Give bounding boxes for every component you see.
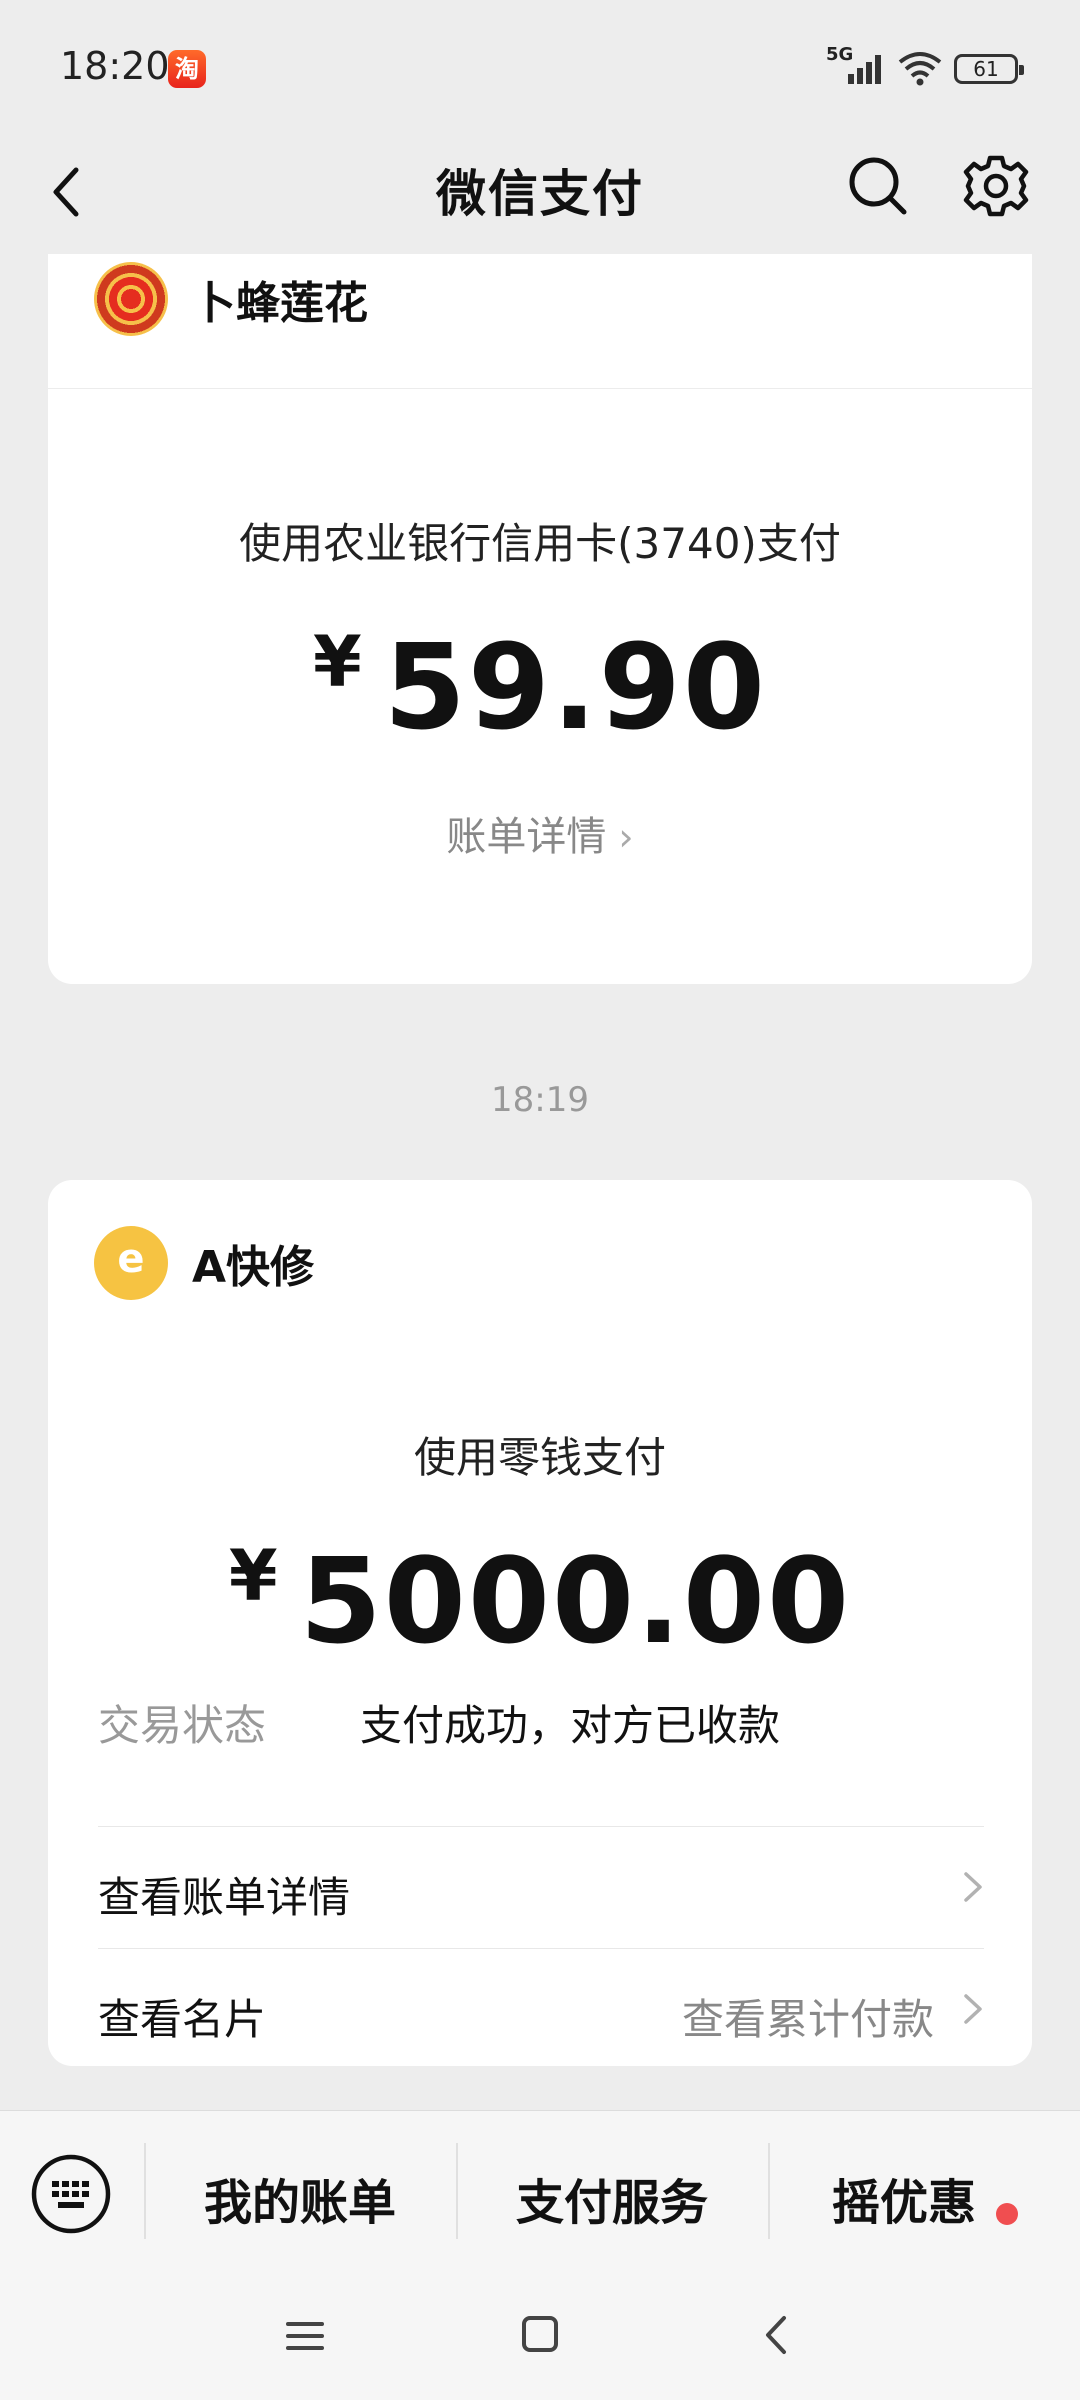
tab-my-bills[interactable]: 我的账单 [150,2163,450,2233]
payment-amount: ¥59.90 [48,618,1032,756]
signal-icon [848,55,881,84]
merchant-header: 卜蜂莲花 [94,262,368,336]
status-bar: 18:20 淘 5G 61 [0,0,1080,130]
gear-icon[interactable] [958,148,1034,224]
taobao-app-icon: 淘 [168,50,206,88]
transaction-status-label: 交易状态 [98,1701,267,1750]
home-icon[interactable] [520,2314,560,2354]
row-label: 查看账单详情 [98,1873,351,1922]
merchant-name: A快修 [192,1242,315,1293]
nav-bar: 微信支付 [0,130,1080,254]
chevron-right-icon [964,1872,982,1902]
transaction-status-value: 支付成功，对方已收款 [360,1701,781,1750]
merchant-logo: e [94,1226,168,1300]
view-cumulative-payments-link[interactable]: 查看累计付款 [682,1986,934,2047]
system-back-icon[interactable] [760,2312,792,2358]
view-bill-details-row[interactable]: 查看账单详情 [98,1828,986,1948]
currency-symbol: ¥ [313,621,362,703]
payment-method: 使用农业银行信用卡(3740)支付 [239,519,841,568]
tab-separator [456,2143,458,2239]
currency-symbol: ¥ [228,1535,278,1617]
payment-amount: ¥5000.00 [48,1532,1032,1670]
view-business-card-row[interactable]: 查看名片 查看累计付款 [98,1950,986,2070]
battery-indicator: 61 [954,54,1024,84]
row-label: 查看名片 [98,1995,267,2044]
transaction-card-1[interactable]: 卜蜂莲花 使用农业银行信用卡(3740)支付 ¥59.90 账单详情 › [48,254,1032,984]
chevron-right-icon [964,1994,982,2024]
tab-separator [144,2143,146,2239]
search-icon[interactable] [842,150,914,222]
page-title: 微信支付 [436,165,644,223]
time-separator: 18:19 [491,1080,589,1120]
merchant-name: 卜蜂莲花 [192,278,368,329]
merchant-header: e A快修 [94,1226,314,1300]
wifi-icon [898,52,942,86]
merchant-logo [94,262,168,336]
notification-dot [996,2203,1018,2225]
tab-payment-services[interactable]: 支付服务 [462,2163,762,2233]
bill-details-label: 账单详情 [446,814,607,860]
bill-details-link[interactable]: 账单详情 › [48,804,1032,862]
amount-value: 59.90 [383,618,767,756]
system-nav-bar [0,2280,1080,2400]
divider [48,388,1032,389]
transaction-card-2[interactable]: e A快修 使用零钱支付 ¥5000.00 交易状态 支付成功，对方已收款 查看… [48,1180,1032,2066]
payment-method: 使用零钱支付 [413,1433,666,1482]
wechat-pay-screen: 18:20 淘 5G 61 微信支付 卜蜂莲花 使用农业银行信用卡(3740)支… [0,0,1080,2400]
keyboard-icon[interactable] [30,2153,112,2235]
merchant-logo-glyph: e [117,1236,145,1282]
chevron-right-icon: › [618,815,634,859]
divider [98,1948,984,1949]
divider [98,1826,984,1827]
bottom-tab-bar: 我的账单 支付服务 摇优惠 [0,2110,1080,2280]
menu-icon[interactable] [286,2316,324,2356]
amount-value: 5000.00 [299,1532,852,1670]
status-time: 18:20 [60,44,170,88]
